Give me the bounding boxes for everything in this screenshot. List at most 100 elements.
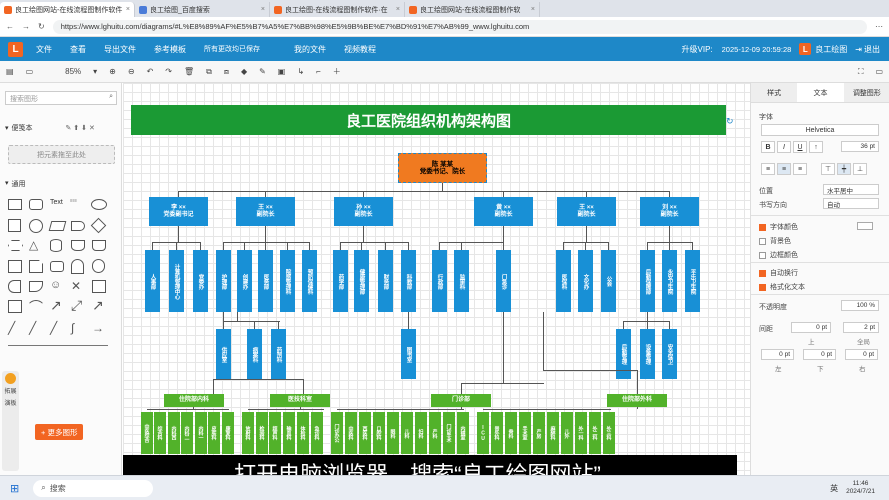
tab-style[interactable]: 样式 (751, 83, 798, 102)
align-right-button[interactable]: ≡ (793, 163, 807, 175)
subdept-box[interactable]: 图书室 (401, 329, 416, 379)
horizontal-line-icon[interactable] (8, 345, 108, 346)
ward-box[interactable]: 产科 (429, 412, 441, 454)
ward-box[interactable]: 超声科 (269, 412, 281, 454)
group-box[interactable]: 住院部内科 (164, 394, 224, 407)
opacity-input[interactable]: 100 % (841, 300, 879, 311)
zoom-out-icon[interactable]: ⊖ (122, 67, 141, 76)
dept-box[interactable]: 文化办 (578, 250, 593, 312)
ward-box[interactable]: 西医科 (359, 412, 371, 454)
ward-box[interactable]: 普外科 (491, 412, 503, 454)
windows-start-icon[interactable]: ⊞ (10, 482, 19, 495)
menu-file[interactable]: 文件 (27, 44, 61, 55)
spacing-right-input[interactable]: 0 pt (845, 349, 878, 360)
dept-box[interactable]: 医务部 (258, 250, 273, 312)
ward-box[interactable]: 康复科 (222, 412, 234, 454)
clock[interactable]: 11:46 2024/7/21 (846, 480, 875, 496)
floating-widget[interactable]: 拓展 演板 (2, 371, 19, 471)
section-general-header[interactable]: ▾ 通用 (5, 179, 26, 189)
ward-box[interactable]: 儿科 (401, 412, 413, 454)
spacing-bottom-input[interactable]: 0 pt (803, 349, 836, 360)
square-shape-icon[interactable] (8, 219, 21, 232)
checkbox[interactable] (759, 283, 766, 291)
ward-box[interactable]: 儿外 (561, 412, 573, 454)
close-tab-icon[interactable]: × (396, 6, 400, 13)
tab-arrange[interactable]: 调整图形 (843, 83, 889, 102)
forward-icon[interactable]: → (22, 22, 30, 31)
position-select[interactable]: 水平居中 (823, 184, 879, 195)
dept-box[interactable]: 医保科 (556, 250, 571, 312)
close-tab-icon[interactable]: × (126, 6, 130, 13)
undo-icon[interactable]: ↶ (141, 67, 160, 76)
ward-box[interactable]: 皮肤科 (208, 412, 220, 454)
align-center-button[interactable]: ≡ (777, 163, 791, 175)
browser-tab[interactable]: 良工绘图网站-在线流程图制作软 × (405, 2, 540, 17)
ward-box[interactable]: 手术室 (519, 412, 531, 454)
data-store-shape-icon[interactable] (8, 280, 21, 293)
dept-box[interactable]: 行政部 (432, 250, 447, 312)
rectangle-shape-icon[interactable] (8, 199, 22, 210)
rotate-handle-icon[interactable]: ↻ (726, 116, 734, 127)
to-back-icon[interactable]: ⧈ (218, 67, 235, 77)
dept-box[interactable]: 公会 (601, 250, 616, 312)
browser-tab[interactable]: 良工绘图网站-在线流程图制作软件 × (0, 2, 135, 17)
browser-menu-icon[interactable]: ⋯ (875, 22, 883, 31)
dept-box[interactable]: 人事部 (145, 250, 160, 312)
ward-box[interactable]: ICU (477, 412, 489, 454)
section-sticky-header[interactable]: ▾ 便笺本 ✎ ⬆ ⬇ ✕ (5, 123, 95, 133)
ward-box[interactable]: 内科西 (168, 412, 180, 454)
dept-box[interactable]: 药学部 (333, 250, 348, 312)
group-box[interactable]: 门诊部 (431, 394, 491, 407)
ward-box[interactable]: 眼科 (387, 412, 399, 454)
tab-text[interactable]: 文本 (797, 83, 844, 102)
bold-button[interactable]: B (761, 141, 775, 153)
shape-search-input[interactable]: 搜索图形 ⌕ (5, 91, 117, 105)
subdept-box[interactable]: 设备管理 (640, 329, 655, 379)
ward-box[interactable]: 内科一 (195, 412, 207, 454)
diagram-title[interactable]: 良工医院组织机构架构图 (131, 105, 726, 135)
align-middle-button[interactable]: ┿ (837, 163, 851, 175)
delay-shape-icon[interactable] (29, 281, 43, 292)
ellipse-shape-icon[interactable] (91, 199, 107, 210)
menu-my-files[interactable]: 我的文件 (285, 44, 335, 55)
menu-video-tutorial[interactable]: 视频教程 (335, 44, 385, 55)
shadow-icon[interactable]: ▣ (272, 67, 292, 76)
ward-box[interactable]: 外一科 (575, 412, 587, 454)
ward-box[interactable]: 内科二 (181, 412, 193, 454)
ward-box[interactable]: 检验科 (256, 412, 268, 454)
textbox-shape-icon[interactable]: ≡≡≡ (70, 198, 77, 203)
dept-box[interactable]: 永安卫生院 (662, 250, 677, 312)
text-shape-icon[interactable]: Text (50, 199, 63, 206)
ward-box[interactable]: 妇科 (415, 412, 427, 454)
dept-box[interactable]: 预防保健科 (302, 250, 317, 312)
font-select[interactable]: Helvetica (761, 124, 879, 136)
document-shape-icon[interactable] (71, 240, 85, 251)
subdept-box[interactable]: 药剂科 (271, 329, 286, 379)
text-case-button[interactable]: ↑ (809, 141, 823, 153)
diagram-canvas[interactable]: 良工医院组织机构架构图 ↻ 陈 某某 党委书记、院长李 ×× 党委副书记王 ××… (123, 83, 750, 475)
dept-box[interactable]: 党委办 (193, 250, 208, 312)
arrow-right-icon[interactable]: → (92, 321, 104, 335)
circle-shape-icon[interactable] (29, 219, 43, 233)
ward-box[interactable]: 中医综合 (141, 412, 153, 454)
redo-icon[interactable]: ↷ (159, 67, 178, 76)
dept-box[interactable]: 创建办 (237, 250, 252, 312)
checkbox[interactable] (759, 269, 766, 277)
italic-button[interactable]: I (777, 141, 791, 153)
dept-box[interactable]: 财务部 (378, 250, 393, 312)
leader-box[interactable]: 孙 ×× 副院长 (334, 197, 393, 226)
dept-box[interactable]: 科教部 (401, 250, 416, 312)
curve-icon[interactable]: ∫ (71, 321, 74, 335)
arrow-up-right-icon[interactable]: ↗ (92, 297, 104, 314)
direction-select[interactable]: 自动 (823, 198, 879, 209)
callout-shape-icon[interactable] (71, 259, 84, 274)
menu-view[interactable]: 查看 (61, 44, 95, 55)
ward-box[interactable]: 骨科 (505, 412, 517, 454)
leader-box[interactable]: 王 ×× 副院长 (557, 197, 616, 226)
line-dashed-icon[interactable]: ╱ (8, 321, 15, 335)
dept-box[interactable]: 健康管理部 (354, 250, 369, 312)
reload-icon[interactable]: ↻ (38, 22, 45, 31)
url-field[interactable]: https://www.lghuitu.com/diagrams/#L%E8%8… (52, 19, 867, 34)
arrow-diagonal-icon[interactable]: ↗ (50, 297, 62, 314)
align-bottom-button[interactable]: ⊥ (853, 163, 867, 175)
